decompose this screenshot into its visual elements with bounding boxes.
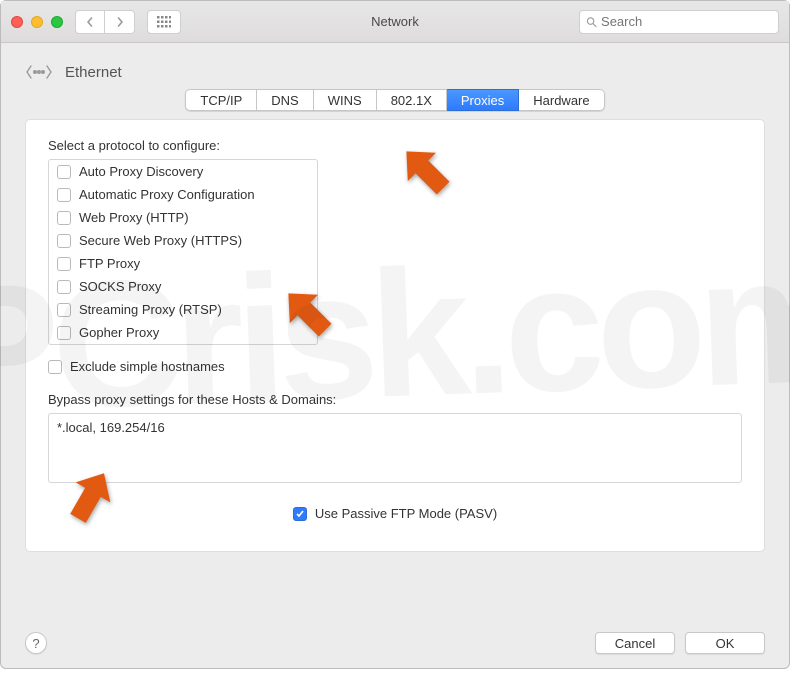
forward-button[interactable] bbox=[105, 10, 135, 34]
back-button[interactable] bbox=[75, 10, 105, 34]
tab-hardware[interactable]: Hardware bbox=[519, 89, 604, 111]
tab-label: 802.1X bbox=[391, 93, 432, 108]
protocol-label: Streaming Proxy (RTSP) bbox=[79, 302, 222, 317]
interface-name: Ethernet bbox=[65, 64, 122, 81]
protocol-list[interactable]: Auto Proxy Discovery Automatic Proxy Con… bbox=[48, 159, 318, 345]
ethernet-icon bbox=[25, 61, 53, 83]
pasv-label: Use Passive FTP Mode (PASV) bbox=[315, 506, 497, 521]
zoom-window-button[interactable] bbox=[51, 16, 63, 28]
tabs: TCP/IP DNS WINS 802.1X Proxies Hardware bbox=[185, 89, 604, 111]
bypass-textarea[interactable] bbox=[48, 413, 742, 483]
tab-8021x[interactable]: 802.1X bbox=[377, 89, 447, 111]
cancel-button[interactable]: Cancel bbox=[595, 632, 675, 654]
proxies-panel: Select a protocol to configure: Auto Pro… bbox=[25, 119, 765, 552]
grid-icon bbox=[157, 16, 171, 28]
protocol-item[interactable]: Streaming Proxy (RTSP) bbox=[49, 298, 317, 321]
protocol-label: Auto Proxy Discovery bbox=[79, 164, 203, 179]
button-label: Cancel bbox=[615, 636, 655, 651]
pasv-row: Use Passive FTP Mode (PASV) bbox=[48, 506, 742, 521]
select-protocol-label: Select a protocol to configure: bbox=[48, 138, 742, 153]
protocol-label: Gopher Proxy bbox=[79, 325, 159, 340]
titlebar: Network bbox=[1, 1, 789, 43]
bypass-label: Bypass proxy settings for these Hosts & … bbox=[48, 392, 742, 407]
search-field[interactable] bbox=[579, 10, 779, 34]
checkbox[interactable] bbox=[57, 211, 71, 225]
protocol-label: Web Proxy (HTTP) bbox=[79, 210, 189, 225]
checkbox[interactable] bbox=[57, 234, 71, 248]
checkbox[interactable] bbox=[57, 303, 71, 317]
tab-label: TCP/IP bbox=[200, 93, 242, 108]
show-all-button[interactable] bbox=[147, 10, 181, 34]
protocol-item[interactable]: FTP Proxy bbox=[49, 252, 317, 275]
window: Network Ethernet TCP/IP DNS WINS 802.1X … bbox=[0, 0, 790, 669]
protocol-label: Automatic Proxy Configuration bbox=[79, 187, 255, 202]
button-label: OK bbox=[716, 636, 735, 651]
chevron-left-icon bbox=[85, 17, 95, 27]
window-controls bbox=[11, 16, 63, 28]
protocol-item[interactable]: Web Proxy (HTTP) bbox=[49, 206, 317, 229]
checkbox[interactable] bbox=[57, 280, 71, 294]
protocol-item[interactable]: Secure Web Proxy (HTTPS) bbox=[49, 229, 317, 252]
protocol-label: FTP Proxy bbox=[79, 256, 140, 271]
ok-button[interactable]: OK bbox=[685, 632, 765, 654]
protocol-label: Secure Web Proxy (HTTPS) bbox=[79, 233, 242, 248]
tab-wins[interactable]: WINS bbox=[314, 89, 377, 111]
tab-label: DNS bbox=[271, 93, 298, 108]
tab-label: Proxies bbox=[461, 93, 504, 108]
pasv-checkbox[interactable] bbox=[293, 507, 307, 521]
tab-dns[interactable]: DNS bbox=[257, 89, 313, 111]
checkbox[interactable] bbox=[57, 326, 71, 340]
help-label: ? bbox=[32, 636, 39, 651]
tab-label: Hardware bbox=[533, 93, 589, 108]
minimize-window-button[interactable] bbox=[31, 16, 43, 28]
checkbox[interactable] bbox=[57, 165, 71, 179]
chevron-right-icon bbox=[115, 17, 125, 27]
tab-proxies[interactable]: Proxies bbox=[447, 89, 519, 111]
protocol-label: SOCKS Proxy bbox=[79, 279, 161, 294]
nav-buttons bbox=[75, 10, 135, 34]
tab-tcpip[interactable]: TCP/IP bbox=[185, 89, 257, 111]
tab-label: WINS bbox=[328, 93, 362, 108]
tabs-row: TCP/IP DNS WINS 802.1X Proxies Hardware bbox=[1, 89, 789, 111]
exclude-hostnames-label: Exclude simple hostnames bbox=[70, 359, 225, 374]
protocol-item[interactable]: Gopher Proxy bbox=[49, 321, 317, 344]
search-input[interactable] bbox=[601, 14, 772, 29]
close-window-button[interactable] bbox=[11, 16, 23, 28]
search-icon bbox=[586, 16, 597, 28]
protocol-item[interactable]: Auto Proxy Discovery bbox=[49, 160, 317, 183]
footer: ? Cancel OK bbox=[25, 632, 765, 654]
exclude-checkbox[interactable] bbox=[48, 360, 62, 374]
protocol-item[interactable]: Automatic Proxy Configuration bbox=[49, 183, 317, 206]
interface-header: Ethernet bbox=[1, 43, 789, 93]
exclude-hostnames-row: Exclude simple hostnames bbox=[48, 359, 742, 374]
checkbox[interactable] bbox=[57, 257, 71, 271]
help-button[interactable]: ? bbox=[25, 632, 47, 654]
protocol-item[interactable]: SOCKS Proxy bbox=[49, 275, 317, 298]
checkbox[interactable] bbox=[57, 188, 71, 202]
